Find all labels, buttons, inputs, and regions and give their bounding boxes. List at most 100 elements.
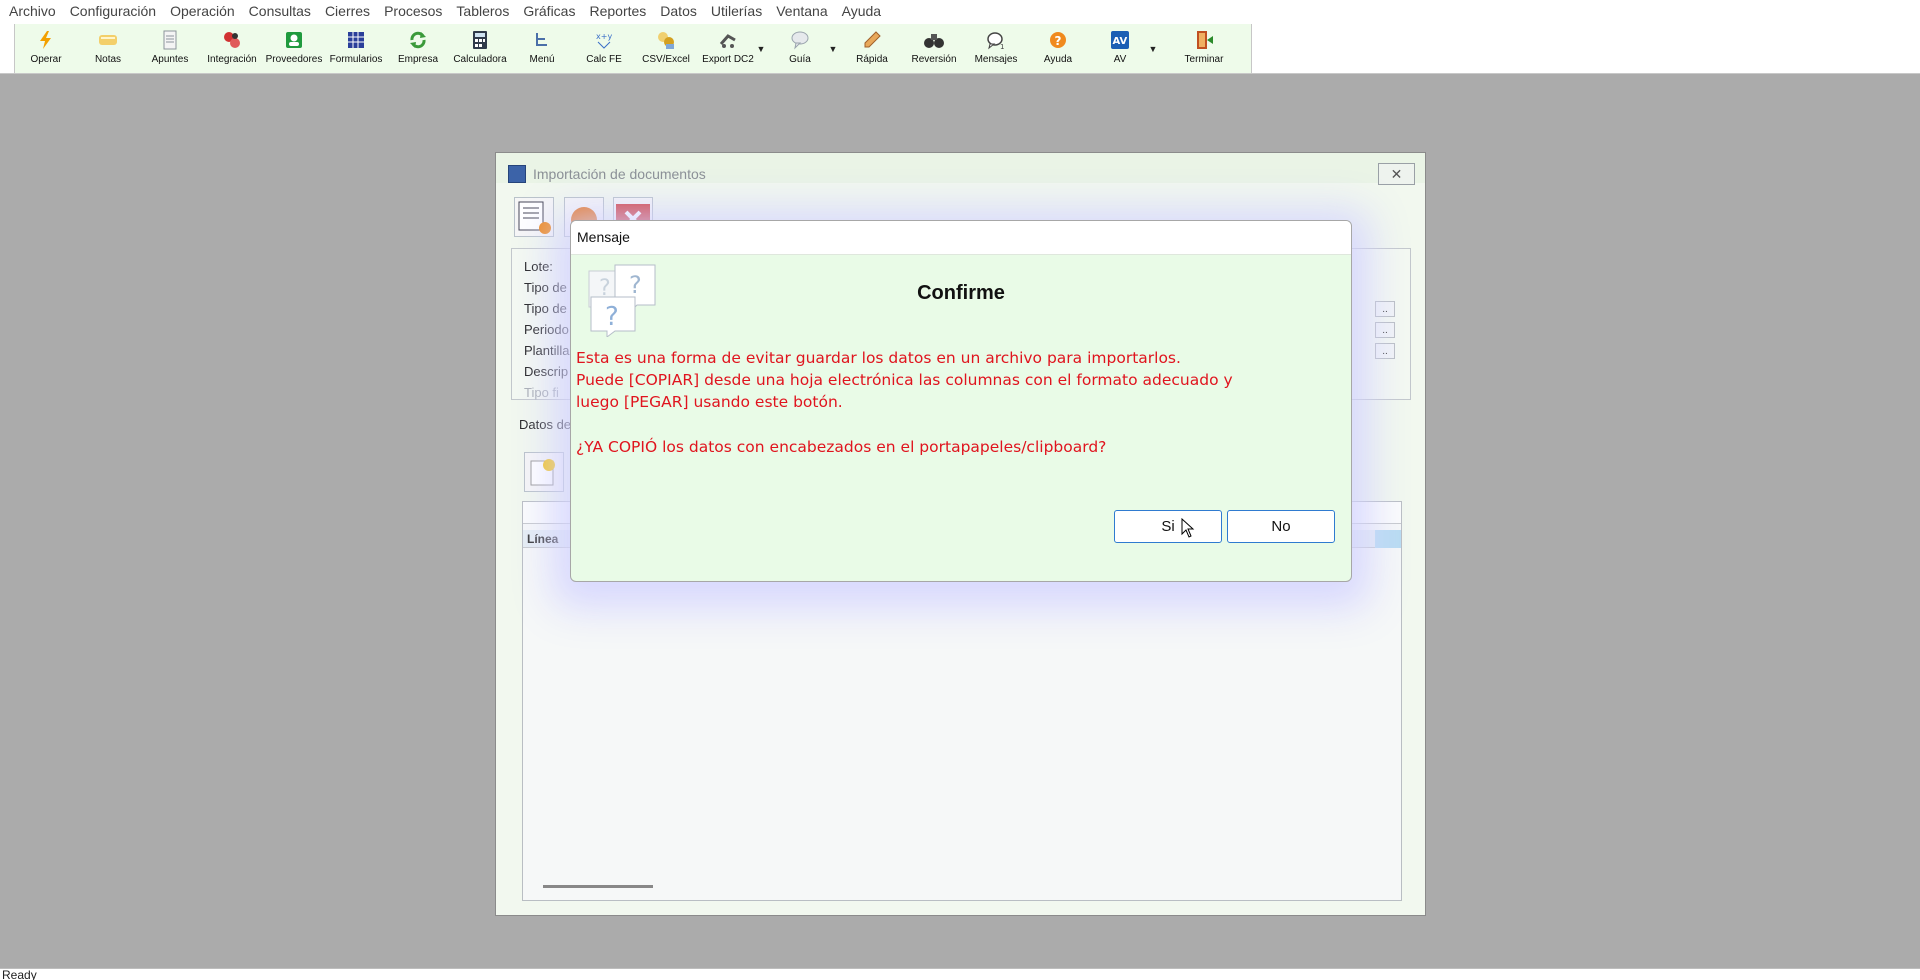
menu-tree-icon bbox=[531, 29, 553, 51]
operar-button[interactable]: Operar bbox=[15, 24, 77, 73]
rapida-button[interactable]: Rápida bbox=[841, 24, 903, 73]
lightning-icon bbox=[35, 29, 57, 51]
csv-excel-icon bbox=[655, 29, 677, 51]
browse-button-2[interactable]: .. bbox=[1375, 322, 1395, 338]
reversion-button[interactable]: Reversión bbox=[903, 24, 965, 73]
integracion-button[interactable]: Integración bbox=[201, 24, 263, 73]
status-bar: Ready bbox=[0, 968, 1920, 980]
apuntes-label: Apuntes bbox=[151, 54, 189, 65]
export-dc2-label: Export DC2 bbox=[702, 54, 754, 65]
svg-text:?: ? bbox=[605, 302, 619, 332]
add-row-button[interactable] bbox=[524, 452, 564, 492]
export-dc2-button[interactable]: Export DC2 bbox=[697, 24, 759, 73]
datos-tab-label[interactable]: Datos de bbox=[519, 417, 571, 432]
reversion-label: Reversión bbox=[911, 54, 957, 65]
notes-icon bbox=[97, 29, 119, 51]
mensajes-label: Mensajes bbox=[974, 54, 1018, 65]
tipo-label-1: Tipo de bbox=[524, 280, 567, 295]
rapida-label: Rápida bbox=[856, 54, 888, 65]
menu-button[interactable]: Menú bbox=[511, 24, 573, 73]
av-label: AV bbox=[1113, 54, 1127, 65]
menu-configuracion[interactable]: Configuración bbox=[63, 0, 163, 22]
new-document-icon bbox=[530, 459, 555, 486]
av-button[interactable]: AV AV bbox=[1089, 24, 1151, 73]
menu-utilerias[interactable]: Utilerías bbox=[704, 0, 769, 22]
app-icon bbox=[508, 165, 526, 183]
formularios-button[interactable]: Formularios bbox=[325, 24, 387, 73]
menu-procesos[interactable]: Procesos bbox=[377, 0, 449, 22]
browse-button-3[interactable]: .. bbox=[1375, 343, 1395, 359]
message-line-2: Puede [COPIAR] desde una hoja electrónic… bbox=[576, 371, 1233, 389]
confirm-dialog: Mensaje ? ? ? Confirme Esta es una forma… bbox=[570, 220, 1352, 582]
window-close-button[interactable]: ✕ bbox=[1378, 163, 1415, 185]
window-title: Importación de documentos bbox=[533, 166, 706, 182]
guia-label: Guía bbox=[789, 54, 811, 65]
help-icon: ? bbox=[1047, 29, 1069, 51]
mensajes-button[interactable]: 1 Mensajes bbox=[965, 24, 1027, 73]
report-tool-button[interactable] bbox=[514, 197, 554, 237]
message-line-3: luego [PEGAR] usando este botón. bbox=[576, 393, 843, 411]
descripcion-label: Descrip bbox=[524, 364, 569, 379]
terminar-label: Terminar bbox=[1184, 54, 1224, 65]
calculadora-label: Calculadora bbox=[453, 54, 507, 65]
lote-label: Lote: bbox=[524, 259, 553, 274]
supplier-icon bbox=[283, 29, 305, 51]
menu-datos[interactable]: Datos bbox=[653, 0, 704, 22]
calculator-icon bbox=[469, 29, 491, 51]
no-button[interactable]: No bbox=[1227, 510, 1335, 543]
plantilla-label: Plantilla bbox=[524, 343, 570, 358]
menu-ayuda[interactable]: Ayuda bbox=[835, 0, 888, 22]
document-icon bbox=[159, 29, 181, 51]
calculadora-button[interactable]: Calculadora bbox=[449, 24, 511, 73]
apuntes-button[interactable]: Apuntes bbox=[139, 24, 201, 73]
proveedores-label: Proveedores bbox=[265, 54, 323, 65]
calc-fe-button[interactable]: x+y Calc FE bbox=[573, 24, 635, 73]
pencil-icon bbox=[861, 29, 883, 51]
export-icon bbox=[717, 29, 739, 51]
browse-button-1[interactable]: .. bbox=[1375, 301, 1395, 317]
guia-dropdown-arrow[interactable]: ▼ bbox=[825, 24, 841, 73]
menu-label: Menú bbox=[529, 54, 555, 65]
svg-text:AV: AV bbox=[1113, 36, 1128, 47]
linea-column-header[interactable]: Línea bbox=[527, 532, 558, 546]
operar-label: Operar bbox=[30, 54, 62, 65]
tipo-label-2: Tipo de bbox=[524, 301, 567, 316]
menu-bar: Archivo Configuración Operación Consulta… bbox=[0, 0, 1920, 22]
forms-icon bbox=[345, 29, 367, 51]
ayuda-label: Ayuda bbox=[1043, 54, 1073, 65]
yes-button[interactable]: Si bbox=[1114, 510, 1222, 543]
mouse-cursor-icon bbox=[1181, 518, 1195, 538]
window-titlebar: Importación de documentos ✕ bbox=[496, 153, 1425, 185]
grid-horizontal-scrollbar[interactable] bbox=[543, 885, 653, 888]
av-icon: AV bbox=[1109, 29, 1131, 51]
menu-archivo[interactable]: Archivo bbox=[2, 0, 63, 22]
proveedores-button[interactable]: Proveedores bbox=[263, 24, 325, 73]
message-icon: 1 bbox=[985, 29, 1007, 51]
svg-text:?: ? bbox=[1055, 34, 1062, 48]
grid-header-selected-cell[interactable] bbox=[1375, 530, 1401, 548]
ayuda-button[interactable]: ? Ayuda bbox=[1027, 24, 1089, 73]
empresa-button[interactable]: Empresa bbox=[387, 24, 449, 73]
av-dropdown-arrow[interactable]: ▼ bbox=[1145, 24, 1161, 73]
dialog-title: Mensaje bbox=[577, 229, 630, 245]
terminar-button[interactable]: Terminar bbox=[1173, 24, 1235, 73]
export-dropdown-arrow[interactable]: ▼ bbox=[753, 24, 769, 73]
csv-excel-label: CSV/Excel bbox=[642, 54, 690, 65]
menu-reportes[interactable]: Reportes bbox=[582, 0, 653, 22]
csv-excel-button[interactable]: CSV/Excel bbox=[635, 24, 697, 73]
menu-tableros[interactable]: Tableros bbox=[449, 0, 516, 22]
report-icon bbox=[518, 201, 551, 234]
empresa-label: Empresa bbox=[397, 54, 438, 65]
calc-fe-icon: x+y bbox=[593, 29, 615, 51]
notas-button[interactable]: Notas bbox=[77, 24, 139, 73]
menu-graficas[interactable]: Gráficas bbox=[516, 0, 582, 22]
dialog-heading: Confirme bbox=[917, 282, 1005, 304]
svg-text:1: 1 bbox=[1000, 43, 1004, 50]
chat-bubble-icon bbox=[789, 29, 811, 51]
guia-button[interactable]: Guía bbox=[769, 24, 831, 73]
toolbar: Operar Notas Apuntes Integración Proveed… bbox=[0, 22, 1920, 74]
menu-consultas[interactable]: Consultas bbox=[242, 0, 318, 22]
menu-operacion[interactable]: Operación bbox=[163, 0, 242, 22]
menu-ventana[interactable]: Ventana bbox=[769, 0, 834, 22]
menu-cierres[interactable]: Cierres bbox=[318, 0, 377, 22]
